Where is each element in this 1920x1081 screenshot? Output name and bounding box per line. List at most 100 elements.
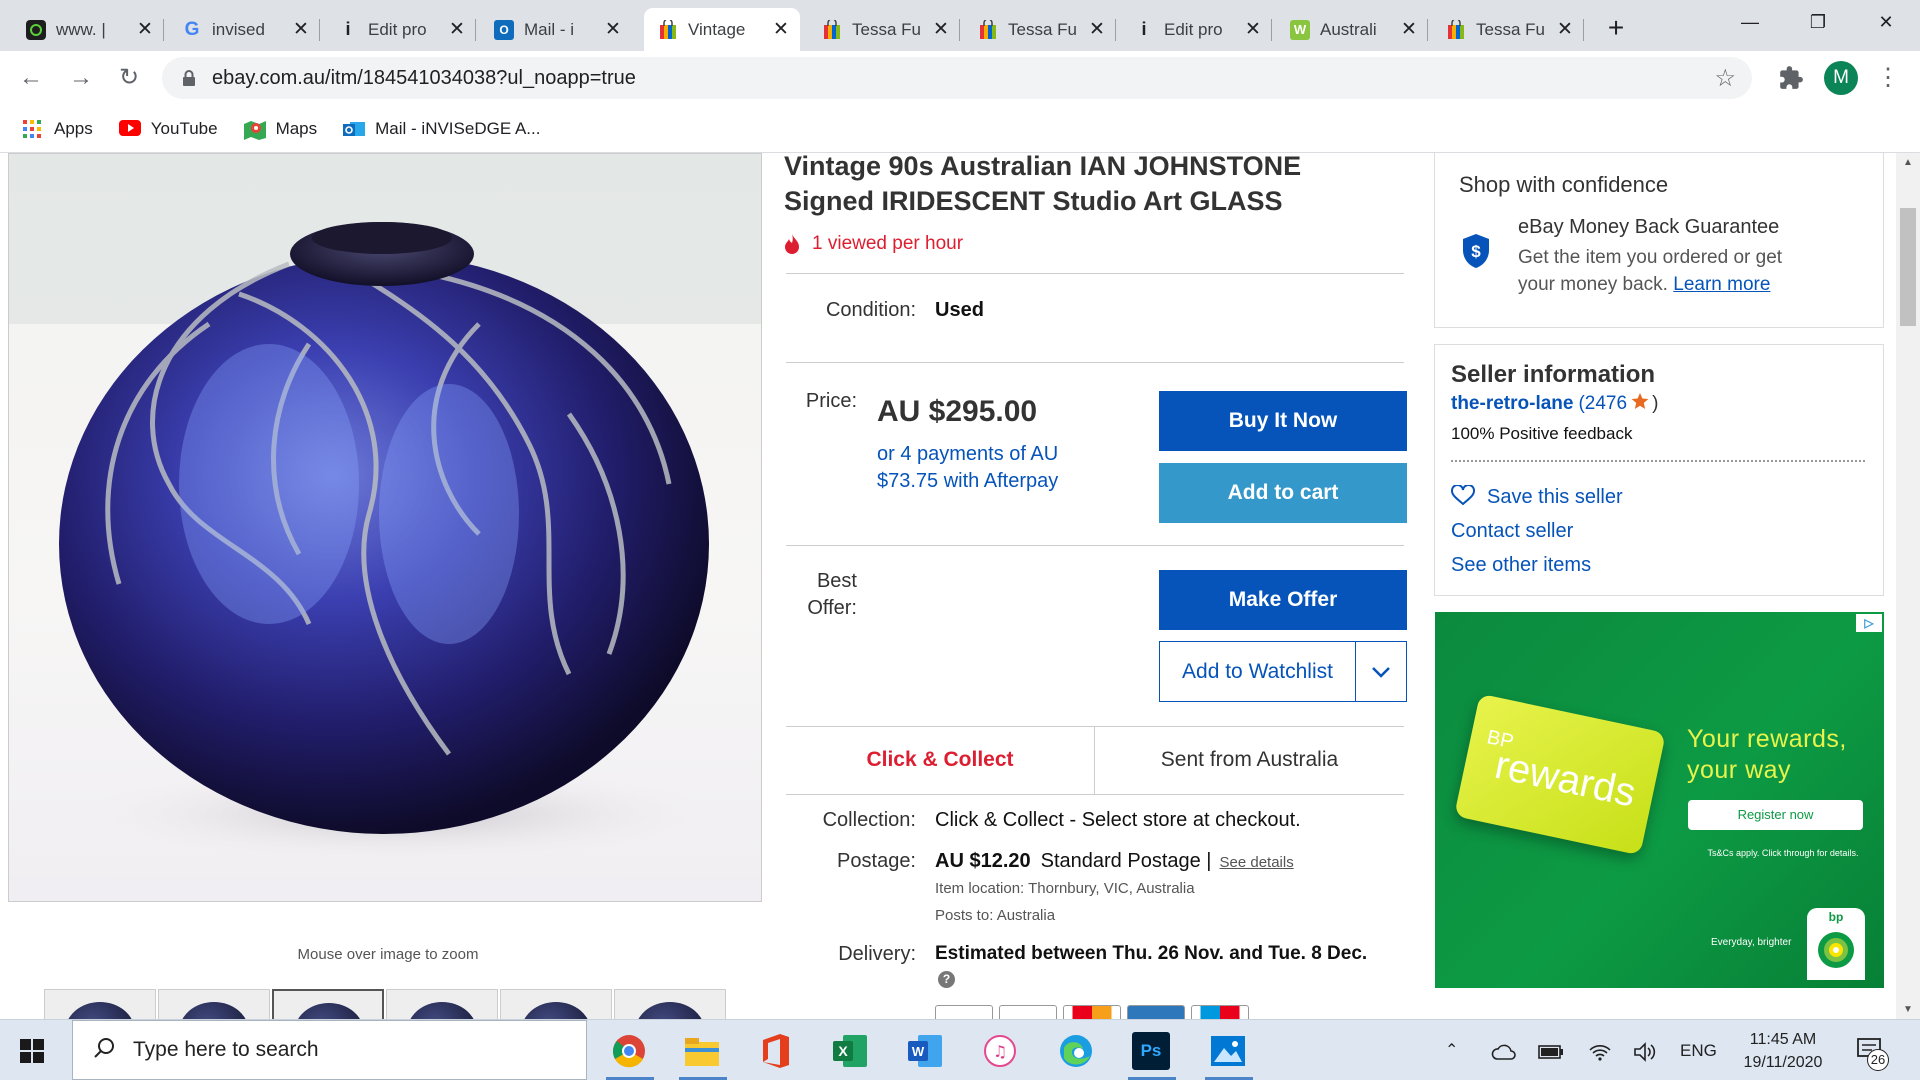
guarantee-line: Get the item you ordered or get (1518, 247, 1783, 268)
notification-center-icon[interactable]: 26 (1856, 1036, 1889, 1071)
photos-icon[interactable] (1209, 1032, 1247, 1070)
bookmark-apps[interactable]: Apps (22, 119, 93, 139)
close-icon[interactable]: ✕ (932, 18, 950, 41)
bookmark-mail[interactable]: Mail - iNVISeDGE A... (343, 119, 540, 139)
clock-time: 11:45 AM (1749, 1031, 1817, 1048)
scroll-thumb[interactable] (1900, 208, 1916, 326)
save-seller-link[interactable]: Save this seller (1451, 484, 1623, 510)
see-details-link[interactable]: See details (1220, 854, 1294, 871)
file-explorer-icon[interactable] (683, 1032, 721, 1070)
close-icon[interactable]: ✕ (1556, 18, 1574, 41)
tab-title: Australi (1320, 19, 1377, 39)
taskbar-search-box[interactable]: Type here to search (72, 1020, 587, 1080)
page-scrollbar[interactable]: ▲ ▼ (1896, 153, 1920, 1019)
close-icon[interactable]: ✕ (292, 18, 310, 41)
posts-to: Posts to: Australia (935, 907, 1056, 924)
afterpay-link[interactable]: or 4 payments of AU $73.75 with Afterpay (877, 441, 1107, 495)
make-offer-button[interactable]: Make Offer (1159, 570, 1407, 630)
thumbnail-selected[interactable] (272, 989, 384, 1019)
postage-label: Postage: (837, 850, 916, 872)
help-icon[interactable]: ? (938, 971, 955, 988)
close-icon[interactable]: ✕ (1400, 18, 1418, 41)
lock-icon (182, 70, 196, 86)
flame-icon (784, 234, 800, 254)
guarantee-text: your money back. (1518, 274, 1668, 295)
condition-value: Used (935, 299, 984, 321)
learn-more-link[interactable]: Learn more (1673, 274, 1770, 295)
ebay-bag-icon (978, 19, 998, 40)
browser-tab[interactable]: www. | ✕ (12, 8, 164, 51)
bookmark-maps[interactable]: Maps (243, 119, 317, 140)
photoshop-icon[interactable]: Ps (1132, 1032, 1170, 1070)
scroll-up-icon[interactable]: ▲ (1896, 157, 1920, 168)
close-icon[interactable]: ✕ (1244, 18, 1262, 41)
browser-tab[interactable]: Tessa Fu ✕ (1432, 8, 1584, 51)
thumbnail[interactable] (500, 989, 612, 1019)
chevron-up-icon[interactable]: ⌃ (1445, 1020, 1458, 1081)
seller-name-link[interactable]: the-retro-lane (1451, 393, 1573, 415)
add-to-watchlist-button[interactable]: Add to Watchlist (1160, 642, 1356, 701)
tab-sent-from-australia[interactable]: Sent from Australia (1095, 726, 1404, 794)
close-icon[interactable]: ✕ (1088, 18, 1106, 41)
buy-it-now-button[interactable]: Buy It Now (1159, 391, 1407, 451)
itunes-icon[interactable]: ♫ (981, 1032, 1019, 1070)
browser-tab[interactable]: i Edit pro ✕ (324, 8, 476, 51)
extensions-icon[interactable] (1778, 65, 1804, 91)
close-window-icon[interactable]: ✕ (1852, 0, 1920, 44)
browser-tab[interactable]: O Mail - i ✕ (480, 8, 632, 51)
windows-start-icon[interactable] (20, 1039, 44, 1068)
browser-tab[interactable]: Tessa Fu ✕ (808, 8, 960, 51)
language-indicator[interactable]: ENG (1680, 1020, 1717, 1081)
restore-icon[interactable]: ❐ (1784, 0, 1852, 44)
close-icon[interactable]: ✕ (772, 18, 790, 41)
word-icon[interactable]: W (906, 1032, 944, 1070)
minimize-icon[interactable]: — (1716, 0, 1784, 44)
new-tab-button[interactable]: + (1598, 10, 1634, 46)
wifi-icon[interactable] (1588, 1020, 1612, 1081)
menu-kebab-icon[interactable]: ⋮ (1876, 61, 1900, 95)
thumbnail[interactable] (158, 989, 270, 1019)
bookmark-youtube[interactable]: YouTube (118, 119, 218, 139)
browser-tab[interactable]: i Edit pro ✕ (1120, 8, 1272, 51)
browser-tab-active[interactable]: Vintage ✕ (644, 8, 800, 51)
edge-icon[interactable] (1057, 1032, 1095, 1070)
main-product-image[interactable] (8, 153, 762, 902)
battery-icon[interactable] (1538, 1020, 1564, 1081)
browser-tab[interactable]: Tessa Fu ✕ (964, 8, 1116, 51)
contact-seller-link[interactable]: Contact seller (1451, 520, 1573, 543)
onedrive-icon[interactable] (1491, 1020, 1517, 1081)
back-icon[interactable]: ← (14, 61, 48, 95)
reload-icon[interactable]: ↻ (112, 61, 146, 95)
tab-click-collect[interactable]: Click & Collect (786, 726, 1094, 794)
close-icon[interactable]: ✕ (136, 18, 154, 41)
best-offer-label-line: Offer: (807, 597, 857, 619)
volume-icon[interactable] (1633, 1020, 1657, 1081)
close-icon[interactable]: ✕ (448, 18, 466, 41)
bookmark-star-icon[interactable]: ☆ (1714, 64, 1736, 93)
thumbnail[interactable] (386, 989, 498, 1019)
add-to-cart-button[interactable]: Add to cart (1159, 463, 1407, 523)
clock[interactable]: 11:45 AM 19/11/2020 (1733, 1028, 1833, 1074)
bp-rewards-ad[interactable]: ▷ BP rewards Your rewards, your way Regi… (1435, 612, 1884, 988)
see-other-items-link[interactable]: See other items (1451, 554, 1591, 577)
scroll-down-icon[interactable]: ▼ (1896, 1004, 1920, 1015)
google-icon: G (184, 18, 200, 40)
browser-tab[interactable]: G invised ✕ (168, 8, 320, 51)
browser-tab[interactable]: W Australi ✕ (1276, 8, 1428, 51)
forward-icon[interactable]: → (64, 61, 98, 95)
thumbnail[interactable] (614, 989, 726, 1019)
feedback-score-link[interactable]: (2476 (1578, 393, 1627, 415)
ad-headline-line: Your rewards, (1687, 725, 1847, 753)
thumbnail-strip (44, 989, 728, 1019)
excel-icon[interactable]: X (831, 1032, 869, 1070)
office-icon[interactable] (757, 1032, 795, 1070)
address-bar[interactable]: ebay.com.au/itm/184541034038?ul_noapp=tr… (162, 57, 1752, 99)
ebay-bag-icon (658, 19, 678, 40)
profile-avatar[interactable]: M (1824, 61, 1858, 95)
close-icon[interactable]: ✕ (604, 18, 622, 41)
thumbnail[interactable] (44, 989, 156, 1019)
register-now-button[interactable]: Register now (1688, 800, 1863, 830)
chrome-icon[interactable] (610, 1032, 648, 1070)
ad-choices-icon[interactable]: ▷ (1856, 614, 1882, 632)
chevron-down-icon[interactable] (1356, 642, 1406, 701)
